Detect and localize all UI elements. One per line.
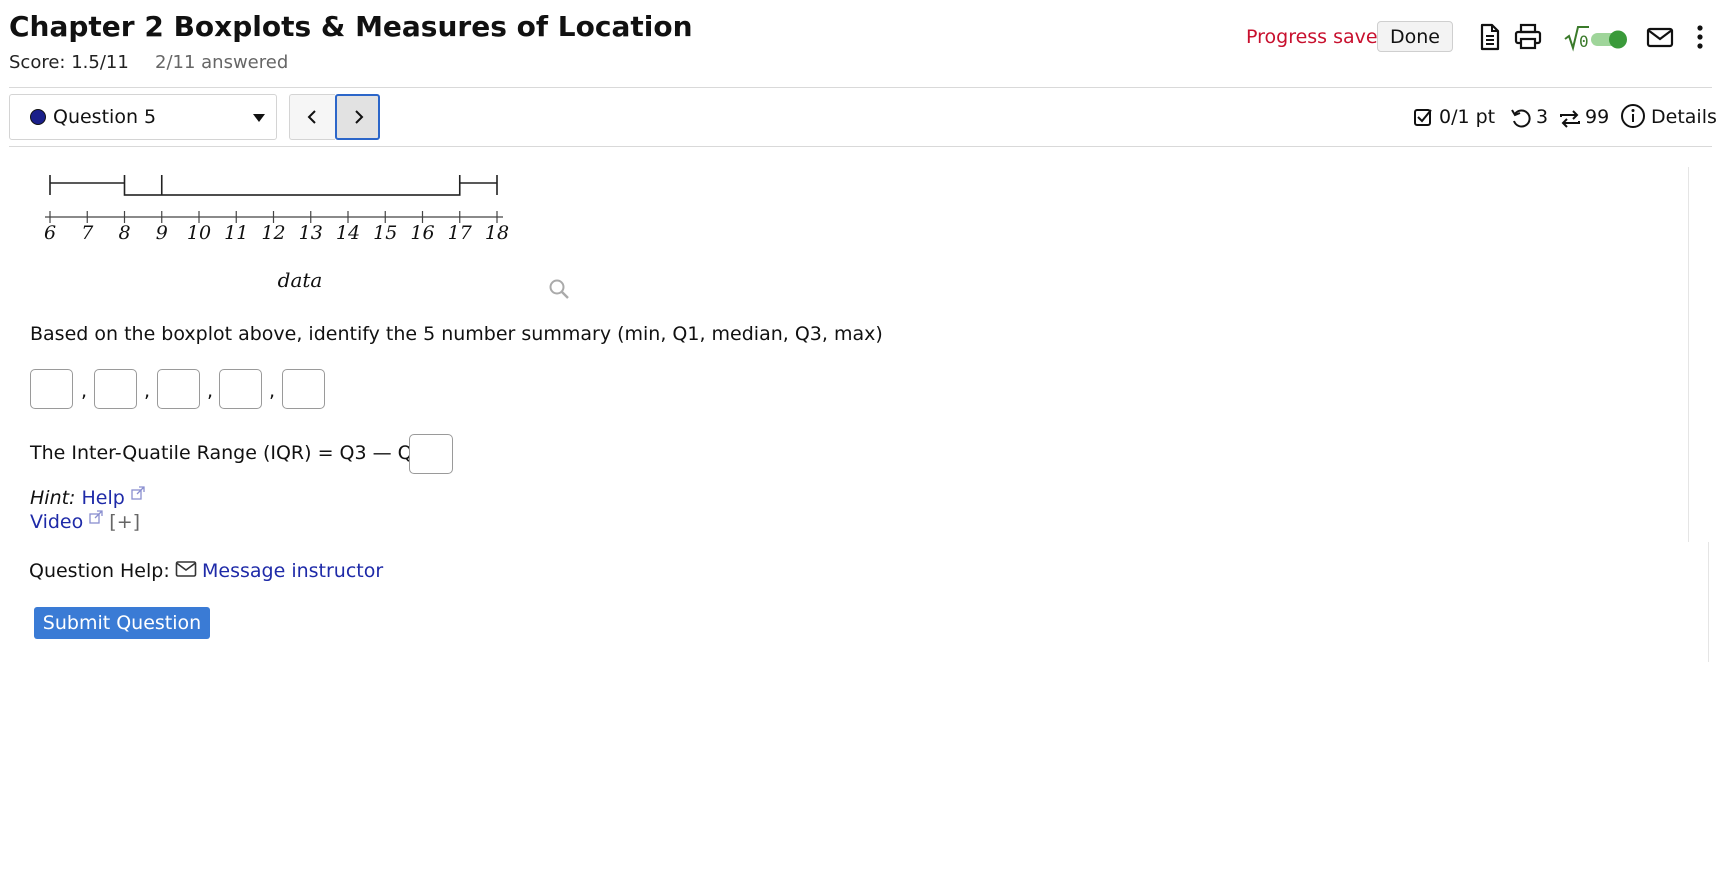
chevron-left-icon [307,110,316,124]
question-prompt: Based on the boxplot above, identify the… [30,323,883,345]
next-question-button[interactable] [335,94,380,140]
external-link-icon [131,486,145,500]
info-icon[interactable] [1620,103,1646,129]
submit-question-button[interactable]: Submit Question [34,607,210,639]
content-border-lower [1708,542,1709,662]
content-border [1688,167,1689,542]
mail-icon [175,561,197,577]
retry-icon [1511,109,1531,128]
points-value: 0/1 pt [1439,106,1496,128]
boxplot-chart: 6 7 8 9 10 11 12 13 14 15 16 17 18 data [44,175,509,292]
q1-input[interactable] [94,369,137,409]
separator: , [81,380,88,402]
score-text: Score: 1.5/11 [9,52,129,73]
done-button[interactable]: Done [1377,21,1453,52]
x-tick-label: 14 [336,222,360,244]
x-tick-label: 10 [187,222,211,244]
question-select-label: Question 5 [53,106,157,128]
caret-down-icon [253,114,265,122]
expand-video-button[interactable]: [+] [109,511,140,533]
video-line: Video [+] [30,510,140,533]
x-tick-label: 17 [448,222,473,244]
x-tick-label: 13 [299,222,323,244]
hint-line: Hint: Help [30,486,145,509]
svg-text:0: 0 [1579,32,1589,51]
answered-count: 2/11 answered [155,52,289,73]
x-tick-label: 9 [156,222,168,244]
x-tick-label: 6 [44,222,56,244]
iqr-input[interactable] [409,434,453,474]
mail-icon[interactable] [1645,22,1675,52]
q3-input[interactable] [219,369,262,409]
x-tick-label: 16 [410,222,434,244]
x-tick-label: 12 [261,222,285,244]
retries-count: 3 [1536,106,1549,128]
document-icon[interactable] [1474,22,1504,52]
iqr-box [123,175,461,196]
x-tick-label: 15 [373,222,397,244]
separator: , [269,380,276,402]
separator: , [207,380,214,402]
progress-status: Progress saved [1246,26,1390,48]
iqr-label: The Inter-Quatile Range (IQR) = Q3 — Q1 … [30,442,447,464]
question-select[interactable]: Question 5 [9,94,277,140]
question-help-label: Question Help: [29,560,170,582]
zoom-icon[interactable] [548,278,570,300]
message-instructor-link[interactable]: Message instructor [202,560,383,582]
math-toggle-icon[interactable]: 0 [1563,24,1629,52]
header-divider [9,87,1712,88]
page-title: Chapter 2 Boxplots & Measures of Locatio… [9,10,693,43]
video-link[interactable]: Video [30,511,83,533]
external-link-icon [89,510,103,524]
x-tick-label: 18 [485,222,509,244]
question-bar-divider [9,146,1712,147]
attempts-icon [1560,110,1580,128]
x-tick-label: 7 [81,222,94,244]
more-vertical-icon[interactable] [1685,22,1715,52]
x-tick-label: 11 [224,222,248,244]
separator: , [144,380,151,402]
checkbox-points-icon [1414,109,1432,126]
chevron-right-icon [355,110,364,124]
question-status-dot [30,109,46,125]
previous-question-button[interactable] [289,94,335,140]
help-link[interactable]: Help [82,487,125,509]
attempts-count: 99 [1585,106,1610,128]
median-input[interactable] [157,369,200,409]
details-link[interactable]: Details [1651,106,1717,128]
min-input[interactable] [30,369,73,409]
print-icon[interactable] [1513,22,1543,52]
axis-label: data [278,268,323,292]
x-tick-label: 8 [118,222,130,244]
hint-label: Hint: [30,487,76,509]
max-input[interactable] [282,369,325,409]
